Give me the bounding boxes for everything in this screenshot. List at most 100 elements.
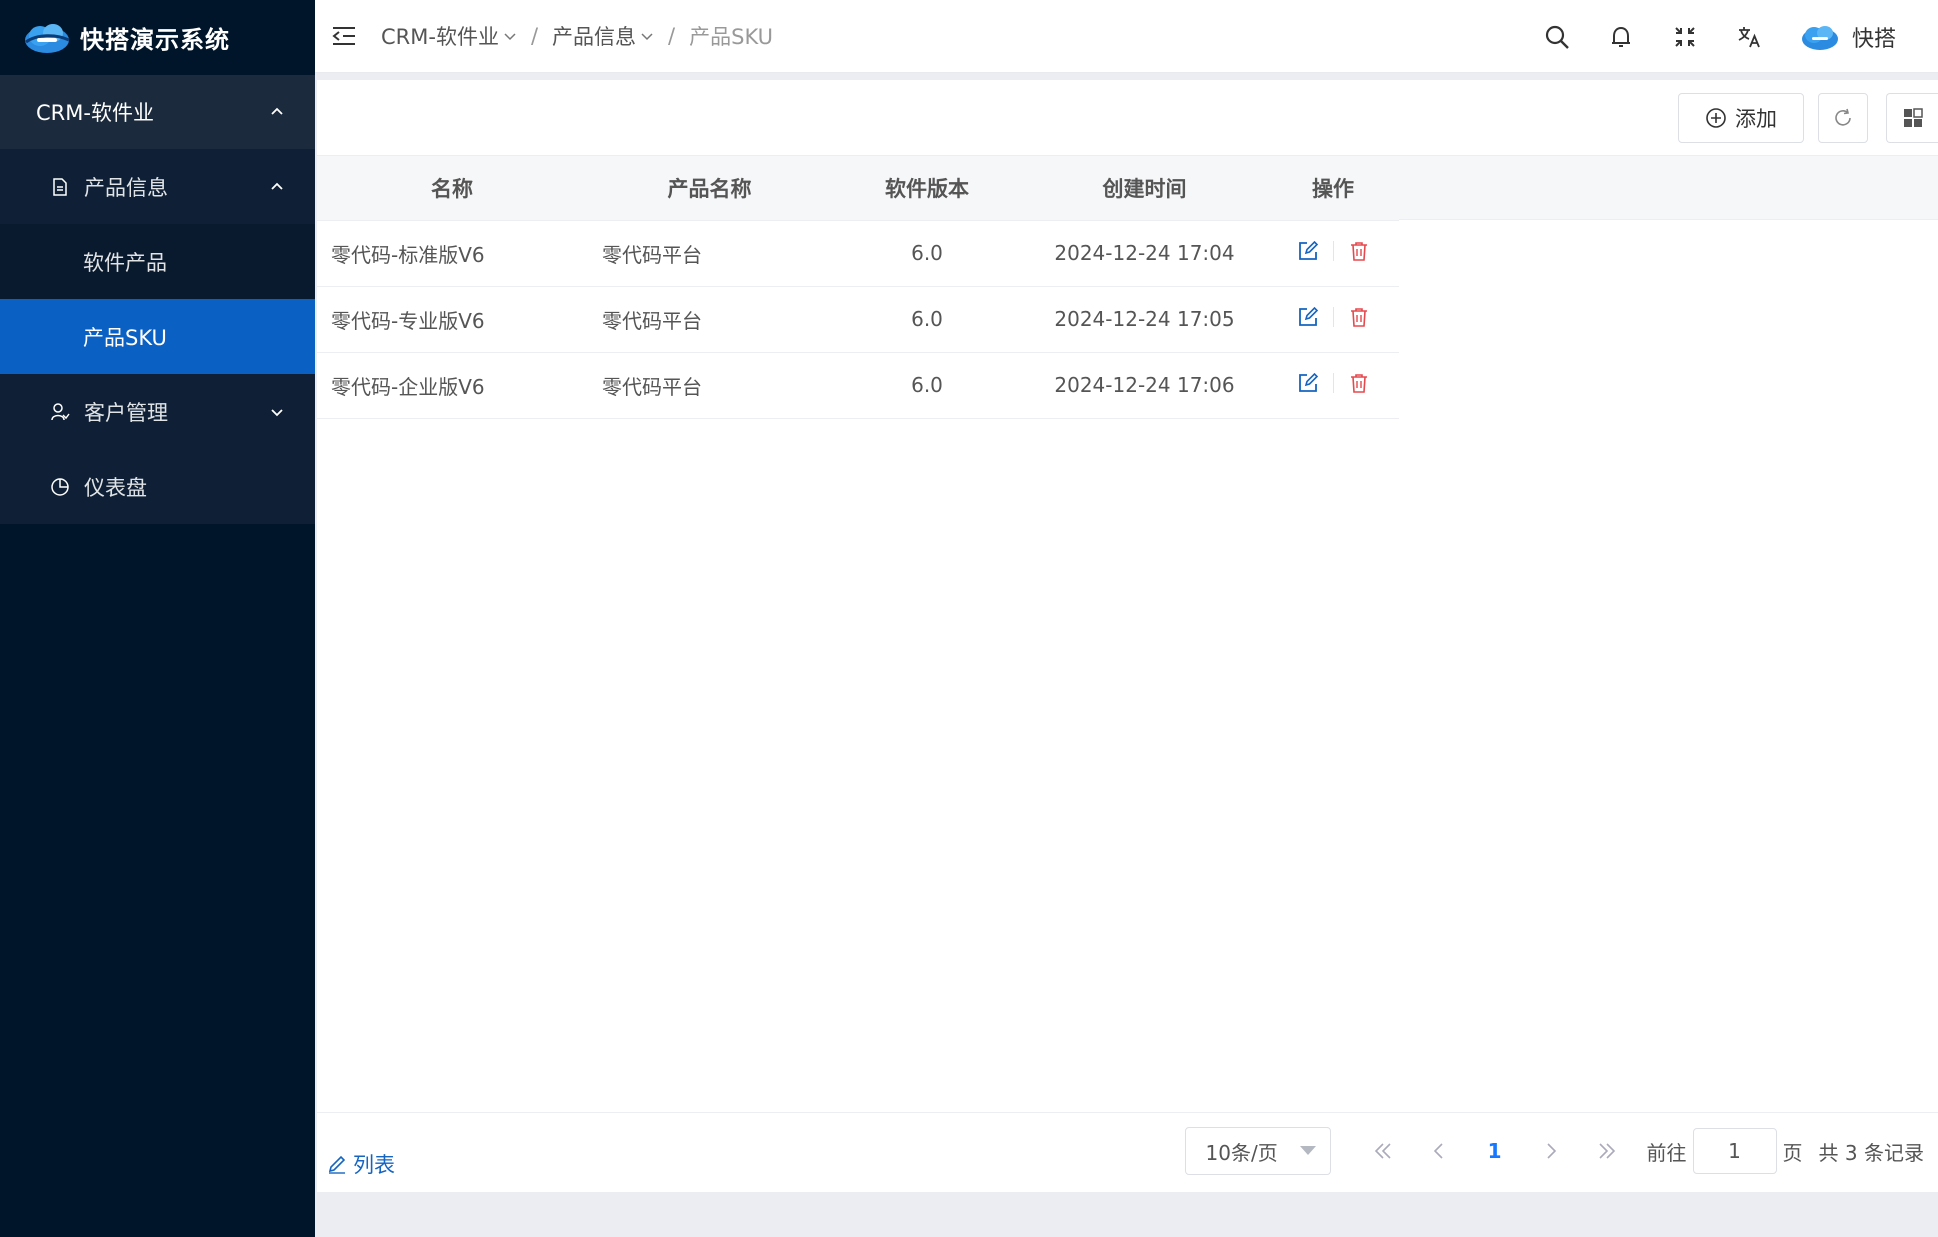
- page-unit-label: 页: [1782, 1140, 1803, 1165]
- table-row[interactable]: 零代码-专业版V6 零代码平台 6.0 2024-12-24 17:05: [317, 286, 1399, 353]
- prev-page-button[interactable]: [1422, 1134, 1456, 1168]
- next-page-button[interactable]: [1534, 1134, 1568, 1168]
- table-header-row: 名称 产品名称 软件版本 创建时间 操作: [317, 156, 1399, 221]
- column-header-created[interactable]: 创建时间: [1022, 156, 1267, 221]
- menu-group-crm[interactable]: CRM-软件业: [0, 75, 315, 149]
- add-button[interactable]: 添加: [1678, 93, 1804, 143]
- goto-page-input[interactable]: [1692, 1128, 1777, 1174]
- cell-name: 零代码-专业版V6: [317, 286, 587, 353]
- fullscreen-icon[interactable]: [1672, 24, 1698, 50]
- cell-created: 2024-12-24 17:05: [1022, 286, 1267, 353]
- goto-label: 前往: [1646, 1140, 1687, 1165]
- breadcrumb-current: 产品SKU: [689, 25, 774, 49]
- chevron-down-icon[interactable]: [503, 29, 517, 43]
- bell-icon[interactable]: [1608, 24, 1634, 50]
- sidebar-item-product-sku[interactable]: 产品SKU: [0, 299, 315, 374]
- edit-icon[interactable]: [1297, 372, 1319, 394]
- cell-product: 零代码平台: [587, 220, 832, 287]
- pencil-icon: [328, 1155, 346, 1174]
- sidebar-item-label: 软件产品: [83, 250, 167, 275]
- plus-circle-icon: [1706, 108, 1726, 128]
- first-page-button[interactable]: [1366, 1134, 1400, 1168]
- toolbar: 添加: [317, 80, 1938, 156]
- sidebar-item-dashboard[interactable]: 仪表盘: [0, 449, 315, 524]
- cell-version: 6.0: [832, 220, 1022, 287]
- translate-icon[interactable]: [1736, 24, 1762, 50]
- delete-icon[interactable]: [1348, 240, 1370, 262]
- cell-name: 零代码-标准版V6: [317, 220, 587, 287]
- sidebar-item-product-info[interactable]: 产品信息: [0, 149, 315, 224]
- grid-layout-icon: [1903, 108, 1923, 127]
- breadcrumb-item-crm[interactable]: CRM-软件业: [381, 21, 499, 51]
- cell-actions: [1267, 220, 1399, 287]
- breadcrumb: CRM-软件业 / 产品信息 / 产品SKU: [381, 21, 773, 51]
- pie-chart-icon: [51, 477, 69, 496]
- column-header-name[interactable]: 名称: [317, 156, 587, 221]
- sidebar-item-label: 仪表盘: [84, 475, 147, 500]
- brand: 快搭演示系统: [0, 0, 315, 75]
- chevron-down-icon: [271, 408, 283, 416]
- edit-icon[interactable]: [1297, 240, 1319, 262]
- pagination: 10条/页 1 前往 页 共 3 条记录: [1184, 1127, 1924, 1175]
- refresh-button[interactable]: [1818, 93, 1868, 143]
- layout-toggle-button[interactable]: [1886, 93, 1938, 143]
- sidebar-item-label: 产品信息: [84, 175, 168, 200]
- document-icon: [53, 177, 67, 196]
- edit-icon[interactable]: [1297, 306, 1319, 328]
- action-divider: [1332, 306, 1334, 327]
- chevron-right-icon: [1546, 1143, 1556, 1159]
- menu-fold-icon[interactable]: [331, 25, 357, 47]
- delete-icon[interactable]: [1348, 372, 1370, 394]
- header-actions: 快搭: [1544, 0, 1938, 73]
- user-name: 快搭: [1851, 26, 1896, 52]
- sidebar: 快搭演示系统 CRM-软件业 产品信息 软件产品 产品SKU 客户管理 仪表盘: [0, 0, 315, 1237]
- logo-icon: [25, 23, 70, 53]
- chevron-left-icon: [1433, 1143, 1443, 1159]
- list-view-label: 列表: [353, 1153, 395, 1177]
- cell-version: 6.0: [832, 352, 1022, 419]
- double-chevron-right-icon: [1598, 1143, 1615, 1159]
- caret-down-icon: [1299, 1146, 1316, 1155]
- search-icon[interactable]: [1544, 24, 1570, 50]
- action-divider: [1332, 240, 1334, 261]
- refresh-icon: [1835, 108, 1851, 126]
- total-records: 共 3 条记录: [1818, 1140, 1924, 1165]
- data-table: 名称 产品名称 软件版本 创建时间 操作 零代码-标准版V6 零代码平台 6.0…: [317, 156, 1399, 419]
- add-button-label: 添加: [1735, 107, 1777, 131]
- cell-version: 6.0: [832, 286, 1022, 353]
- cell-created: 2024-12-24 17:06: [1022, 352, 1267, 419]
- menu-group-label: CRM-软件业: [36, 101, 154, 125]
- cell-name: 零代码-企业版V6: [317, 352, 587, 419]
- last-page-button[interactable]: [1590, 1134, 1624, 1168]
- sidebar-item-customer[interactable]: 客户管理: [0, 374, 315, 449]
- double-chevron-left-icon: [1374, 1143, 1391, 1159]
- app-title: 快搭演示系统: [80, 26, 230, 54]
- user-manage-icon: [51, 402, 70, 420]
- chevron-up-icon: [271, 107, 283, 115]
- column-header-actions: 操作: [1267, 156, 1399, 221]
- action-divider: [1332, 372, 1334, 393]
- table-footer: 列表 10条/页 1 前往 页 共 3 条记录: [317, 1112, 1938, 1192]
- main-content: 添加 名称 产品名称 软件版本 创建时间 操作 零代码-标准版V6 零代码平台 …: [317, 80, 1938, 1192]
- breadcrumb-item-product-info[interactable]: 产品信息: [552, 21, 636, 51]
- avatar: [1801, 25, 1838, 50]
- delete-icon[interactable]: [1348, 306, 1370, 328]
- column-header-product[interactable]: 产品名称: [587, 156, 832, 221]
- table-row[interactable]: 零代码-企业版V6 零代码平台 6.0 2024-12-24 17:06: [317, 352, 1399, 419]
- chevron-up-icon: [271, 182, 283, 190]
- cell-product: 零代码平台: [587, 352, 832, 419]
- page-size-select[interactable]: 10条/页: [1184, 1127, 1331, 1175]
- cell-actions: [1267, 352, 1399, 419]
- table-row[interactable]: 零代码-标准版V6 零代码平台 6.0 2024-12-24 17:04: [317, 220, 1399, 287]
- page-size-value: 10条/页: [1205, 1140, 1278, 1165]
- breadcrumb-separator: /: [668, 24, 676, 48]
- user-menu[interactable]: 快搭: [1800, 21, 1896, 53]
- chevron-down-icon[interactable]: [640, 29, 654, 43]
- breadcrumb-separator: /: [530, 24, 539, 48]
- cell-product: 零代码平台: [587, 286, 832, 353]
- column-header-version[interactable]: 软件版本: [832, 156, 1022, 221]
- list-view-link[interactable]: 列表: [327, 1149, 395, 1179]
- sidebar-item-software-product[interactable]: 软件产品: [0, 224, 315, 299]
- page-number-current[interactable]: 1: [1478, 1134, 1512, 1168]
- cell-actions: [1267, 286, 1399, 353]
